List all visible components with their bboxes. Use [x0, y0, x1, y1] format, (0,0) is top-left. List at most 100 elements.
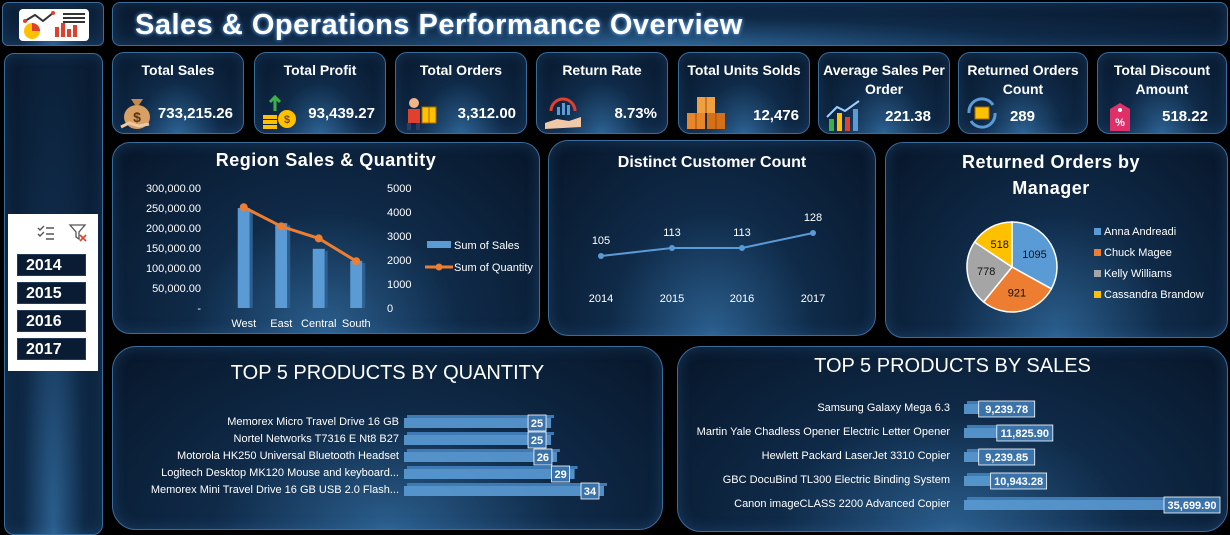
legend-sales-swatch: [427, 241, 451, 248]
returned-orders-manager-panel: Returned Orders by Manager 1095 921 778 518…: [885, 142, 1228, 338]
year-slicer: 2014 2015 2016 2017: [8, 214, 98, 371]
slicer-year-2017[interactable]: 2017: [17, 338, 86, 360]
dashboard-logo: [2, 2, 104, 46]
kpi-value: 3,312.00: [457, 105, 516, 122]
value-label: 10,943.28: [994, 476, 1043, 488]
kpi-title: Returned Orders Count: [967, 62, 1079, 97]
legend-quantity-marker: [435, 263, 443, 271]
kpi-total-discount-amount: Total Discount Amount % 518.22: [1097, 52, 1227, 134]
legend-quantity-label: Sum of Quantity: [454, 262, 533, 274]
sales-bar-side: [362, 262, 366, 308]
kpi-average-sales-per-order: Average Sales Per Order 221.38: [818, 52, 950, 134]
legend-label: Cassandra Brandow: [1104, 289, 1204, 301]
y-tick-label: 50,000.00: [152, 283, 201, 295]
sales-bar: [312, 248, 325, 308]
slice-label: 921: [1008, 288, 1026, 300]
value-label: 9,239.78: [985, 404, 1028, 416]
customer-point: [598, 253, 604, 259]
value-label: 26: [537, 452, 549, 464]
value-label: 29: [554, 469, 566, 481]
kpi-returned-orders-count: Returned Orders Count 289: [958, 52, 1088, 134]
sales-bar-side: [324, 250, 328, 308]
data-label: 128: [804, 212, 822, 224]
data-label: 113: [733, 227, 751, 239]
svg-text:%: %: [1115, 117, 1125, 129]
customer-point: [669, 245, 675, 251]
y-tick-label: 100,000.00: [146, 263, 201, 275]
y2-tick-label: 5000: [387, 183, 411, 195]
clear-filter-icon[interactable]: [68, 223, 88, 243]
value-label: 25: [531, 418, 543, 430]
y-tick-label: 300,000.00: [146, 183, 201, 195]
x-tick-label: East: [270, 318, 292, 330]
returned-orders-pie-chart: 1095 921 778 518 Anna Andreadi Chuck Magee Kel…: [966, 221, 1204, 313]
legend-swatch: [1094, 291, 1101, 298]
y-tick-label: 250,000.00: [146, 203, 201, 215]
value-label: 25: [531, 435, 543, 447]
quantity-point: [239, 203, 248, 212]
y-tick-label: -: [197, 303, 201, 315]
kpi-value: 93,439.27: [308, 105, 375, 122]
x-tick-label: 2016: [730, 293, 754, 305]
legend-sales-label: Sum of Sales: [454, 240, 520, 252]
region-sales-quantity-chart: - 50,000.00 100,000.00 150,000.00 200,000.00…: [146, 183, 533, 330]
kpi-value: 518.22: [1162, 108, 1208, 125]
sales-bar: [275, 223, 288, 308]
profit-growth-icon: $: [263, 94, 296, 129]
kpi-total-profit: Total Profit $ 93,439.27: [254, 52, 386, 134]
header-bar: Sales & Operations Performance Overview: [112, 2, 1228, 46]
kpi-value: 8.73%: [614, 105, 657, 122]
kpi-value: 289: [1009, 108, 1035, 125]
product-bar: [404, 469, 575, 479]
legend-swatch: [1094, 249, 1101, 256]
bar-chart-icon: [826, 100, 860, 131]
quantity-point: [314, 234, 323, 243]
money-bag-icon: $: [120, 99, 150, 129]
kpi-title: Return Rate: [562, 62, 642, 78]
quantity-point: [352, 257, 361, 266]
kpi-value: 733,215.26: [157, 105, 233, 122]
slicer-year-2016[interactable]: 2016: [17, 310, 86, 332]
x-tick-label: 2015: [660, 293, 684, 305]
svg-text:$: $: [133, 109, 141, 125]
y2-tick-label: 3000: [387, 231, 411, 243]
kpi-title: Total Discount Amount: [1113, 62, 1211, 97]
kpi-title: Total Units Solds: [687, 62, 801, 78]
sales-bar: [237, 208, 250, 308]
quantity-line: [243, 205, 358, 263]
x-tick-label: West: [231, 318, 256, 330]
y2-tick-label: 4000: [387, 207, 411, 219]
distinct-customer-panel: Distinct Customer Count 105 2014 113 2015 11…: [548, 140, 876, 336]
delivery-person-icon: [407, 98, 437, 130]
value-label: 35,699.90: [1168, 500, 1217, 512]
kpi-total-units-sold: Total Units Solds 12,476: [678, 52, 810, 134]
customer-point: [739, 245, 745, 251]
product-bar-top: [407, 483, 607, 486]
value-label: 34: [584, 486, 597, 498]
x-tick-label: 2017: [801, 293, 825, 305]
kpi-return-rate: Return Rate 8.73%: [536, 52, 668, 134]
slicer-year-2015[interactable]: 2015: [17, 282, 86, 304]
customer-line: [600, 232, 814, 257]
kpi-title: Total Orders: [419, 62, 503, 78]
kpi-title: Total Profit: [283, 62, 357, 78]
boxes-icon: [687, 97, 725, 129]
distinct-customer-chart: 105 2014 113 2015 113 2016 128 2017: [589, 212, 825, 305]
kpi-title: Average Sales Per Order: [823, 62, 945, 97]
data-label: 113: [663, 227, 681, 239]
kpi-total-sales: Total Sales $ 733,215.26: [112, 52, 244, 134]
sales-bar-side: [287, 225, 291, 308]
kpi-total-orders: Total Orders 3,312.00: [395, 52, 527, 134]
multi-select-icon[interactable]: [36, 224, 56, 242]
y2-tick-label: 2000: [387, 255, 411, 267]
legend-swatch: [1094, 270, 1101, 277]
legend-label: Kelly Williams: [1104, 268, 1172, 280]
x-tick-label: 2014: [589, 293, 613, 305]
legend-swatch: [1094, 228, 1101, 235]
kpi-title: Total Sales: [141, 62, 215, 78]
slicer-year-2014[interactable]: 2014: [17, 254, 86, 276]
legend-label: Chuck Magee: [1104, 247, 1172, 259]
y2-tick-label: 1000: [387, 279, 411, 291]
y-tick-label: 150,000.00: [146, 243, 201, 255]
slice-label: 518: [991, 239, 1009, 251]
